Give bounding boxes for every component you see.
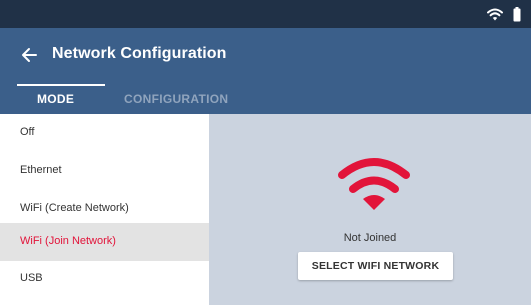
page-title: Network Configuration [52,45,227,62]
list-item-wifi-join-network[interactable]: WiFi (Join Network) [0,223,209,261]
list-item-label: WiFi (Join Network) [20,235,116,247]
mode-detail-panel: Not Joined SELECT WIFI NETWORK [209,114,531,305]
wifi-icon [487,8,503,20]
active-tab-indicator [17,84,105,86]
app-bar: Network Configuration MODE CONFIGURATION [0,28,531,114]
connection-status: Not Joined [343,232,397,244]
list-item-label: Off [20,126,35,138]
list-item-off[interactable]: Off [0,114,209,152]
tab-bar: MODE CONFIGURATION [0,84,531,114]
list-item-label: USB [20,272,43,284]
status-icons [487,6,521,22]
list-item-label: Ethernet [20,164,62,176]
list-item-usb[interactable]: USB [0,260,209,298]
mode-list: Off Ethernet WiFi (Create Network) WiFi … [0,114,209,305]
battery-icon [513,6,521,21]
status-bar [0,0,531,28]
wifi-icon [338,158,410,210]
tab-configuration[interactable]: CONFIGURATION [124,92,228,106]
list-item-label: WiFi (Create Network) [20,202,129,214]
list-item-ethernet[interactable]: Ethernet [0,152,209,190]
arrow-left-icon[interactable] [18,44,40,66]
select-wifi-network-button[interactable]: SELECT WIFI NETWORK [298,252,453,280]
tab-mode[interactable]: MODE [37,92,74,106]
